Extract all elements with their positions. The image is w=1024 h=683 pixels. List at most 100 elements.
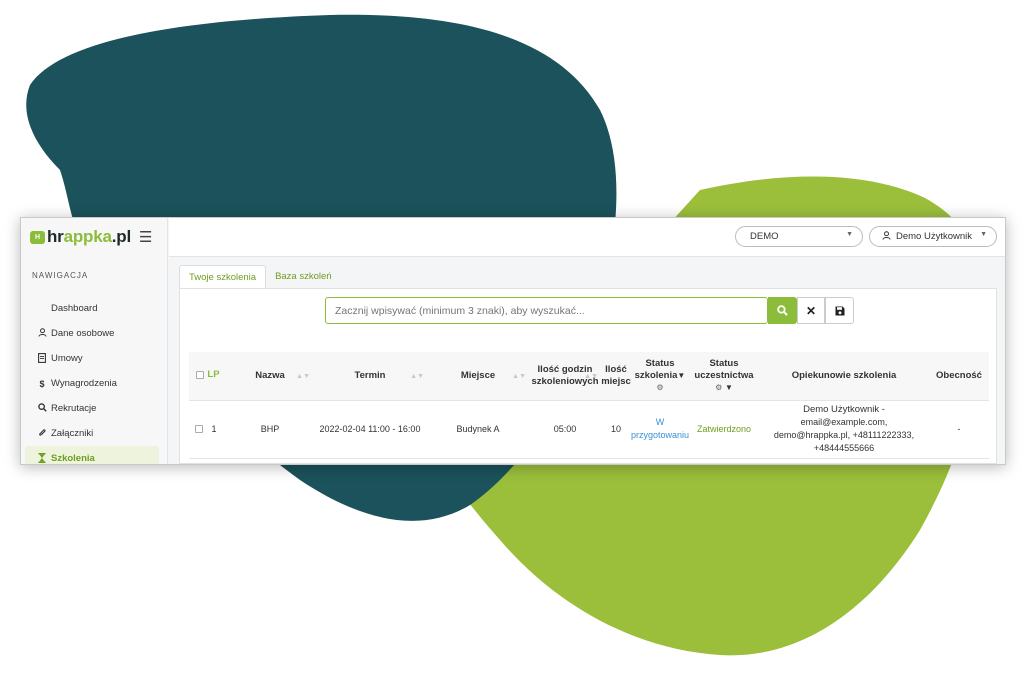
sidebar-item-contracts[interactable]: Umowy — [21, 346, 167, 371]
tab-your-trainings[interactable]: Twoje szkolenia — [179, 265, 267, 288]
save-filter-button[interactable] — [825, 297, 854, 324]
dollar-icon: $ — [39, 378, 45, 389]
logo-text: hrappka.pl — [47, 227, 131, 246]
cell-supervisors: Demo Użytkownik - email@example.com, dem… — [759, 400, 929, 459]
chevron-down-icon: ▼ — [980, 231, 987, 238]
column-participation-status[interactable]: Status uczestnictwa ⚙ ▼ — [689, 352, 759, 401]
gear-icon[interactable]: ⚙ — [656, 383, 663, 392]
topbar: DEMO ▼ Demo Użytkownik ▼ — [169, 218, 1005, 257]
hourglass-icon — [36, 452, 48, 465]
training-status-line-2: przygotowaniu — [631, 430, 690, 440]
filter-icon[interactable]: ▼ — [677, 371, 685, 380]
column-participation-label-2: uczestnictwa — [694, 369, 754, 381]
cell-training-status: W przygotowaniu — [631, 400, 690, 459]
filter-icon[interactable]: ▼ — [725, 383, 733, 392]
column-seats-label-2: miejsc — [601, 375, 631, 387]
tab-trainings-database[interactable]: Baza szkoleń — [266, 265, 341, 288]
gear-icon[interactable]: ⚙ — [715, 383, 722, 392]
sidebar-item-label: Umowy — [51, 353, 83, 364]
column-seats-label-1: Ilość — [605, 363, 627, 375]
row-checkbox[interactable] — [195, 425, 203, 434]
column-seats[interactable]: Ilość miejsc — [601, 352, 631, 401]
sidebar: H hrappka.pl ☰ NAWIGACJA Dashboard Dane … — [21, 218, 168, 464]
column-attendance[interactable]: Obecność — [929, 352, 989, 401]
supervisor-name: Demo Użytkownik - — [803, 404, 885, 415]
paperclip-icon — [36, 428, 48, 440]
sort-icon[interactable]: ▲▼ — [410, 371, 424, 383]
column-supervisors[interactable]: Opiekunowie szkolenia — [759, 352, 929, 401]
column-supervisors-label: Opiekunowie szkolenia — [791, 369, 897, 381]
sidebar-item-dashboard[interactable]: Dashboard — [21, 296, 167, 321]
sidebar-item-recruitment[interactable]: Rekrutacje — [21, 396, 167, 421]
supervisor-contact-1: email@example.com, — [800, 417, 888, 427]
sidebar-item-attachments[interactable]: Załączniki — [21, 421, 167, 446]
column-term[interactable]: Termin ▲▼ — [313, 352, 427, 401]
column-hours[interactable]: Ilość godzin szkoleniowych ▲▼ — [529, 352, 601, 401]
company-select-value: DEMO — [750, 231, 779, 242]
search-icon — [777, 305, 788, 316]
sidebar-item-label: Rekrutacje — [51, 403, 97, 414]
cell-attendance: - — [929, 400, 989, 459]
floppy-disk-icon — [835, 306, 844, 315]
document-icon — [36, 352, 48, 365]
sidebar-item-label: Dashboard — [51, 303, 98, 314]
user-icon — [36, 328, 48, 339]
trainings-panel: ✕ LP Nazwa ▲▼ — [179, 288, 997, 464]
cell-seats: 10 — [601, 400, 631, 459]
user-icon — [882, 231, 891, 242]
supervisor-contact-2: demo@hrappka.pl, +48111222333, — [773, 430, 915, 440]
column-lp[interactable]: LP — [189, 352, 227, 401]
main-content: Twoje szkolenia Baza szkoleń ✕ — [169, 257, 1005, 464]
sidebar-item-salaries[interactable]: $ Wynagrodzenia — [21, 371, 167, 396]
cell-participation-status: Zatwierdzono — [689, 400, 759, 459]
search-icon — [36, 403, 48, 414]
column-participation-label-1: Status — [709, 357, 739, 369]
sidebar-item-label: Wynagrodzenia — [51, 378, 117, 389]
participation-status: Zatwierdzono — [696, 423, 752, 434]
column-status-label-2: szkolenia — [634, 369, 678, 381]
table-row[interactable]: 1 BHP 2022-02-04 11:00 - 16:00 Budynek A… — [189, 400, 989, 459]
logo-mark-icon: H — [30, 230, 45, 244]
column-training-status[interactable]: Status szkolenia▼ ⚙ — [631, 352, 689, 401]
close-icon: ✕ — [805, 303, 817, 318]
column-name-label: Nazwa — [255, 369, 285, 381]
column-status-label-1: Status — [645, 357, 675, 369]
sidebar-item-personal-data[interactable]: Dane osobowe — [21, 321, 167, 346]
nav-section-title: NAWIGACJA — [32, 271, 89, 280]
select-all-checkbox[interactable] — [196, 371, 205, 380]
supervisor-contact-3: +48444555666 — [813, 443, 875, 453]
column-attendance-label: Obecność — [936, 369, 982, 381]
user-name: Demo Użytkownik — [896, 231, 973, 242]
sidebar-item-label: Szkolenia — [51, 453, 95, 464]
chevron-down-icon: ▼ — [846, 231, 853, 238]
row-lp: 1 — [211, 423, 217, 434]
trainings-table: LP Nazwa ▲▼ Termin ▲▼ Miejsce ▲▼ Ilość g… — [189, 352, 989, 459]
cell-lp: 1 — [189, 400, 227, 459]
lp-header-label: LP — [207, 369, 220, 381]
sort-icon[interactable]: ▲▼ — [512, 371, 526, 383]
cell-place: Budynek A — [427, 400, 529, 459]
cell-hours: 05:00 — [529, 400, 601, 459]
tab-bar: Twoje szkolenia Baza szkoleń — [179, 265, 341, 288]
search-button[interactable] — [768, 297, 797, 324]
hamburger-menu-icon[interactable]: ☰ — [139, 228, 152, 246]
sort-icon[interactable]: ▲▼ — [584, 371, 598, 383]
app-window: H hrappka.pl ☰ NAWIGACJA Dashboard Dane … — [20, 217, 1006, 465]
cell-name: BHP — [227, 400, 313, 459]
column-place[interactable]: Miejsce ▲▼ — [427, 352, 529, 401]
sidebar-item-label: Dane osobowe — [51, 328, 115, 339]
sidebar-item-label: Załączniki — [51, 428, 94, 439]
logo[interactable]: H hrappka.pl ☰ — [21, 218, 167, 256]
clear-search-button[interactable]: ✕ — [797, 297, 825, 324]
training-status-line-1: W — [655, 417, 665, 427]
company-select[interactable]: DEMO ▼ — [735, 226, 863, 247]
column-term-label: Termin — [354, 369, 386, 381]
search-input[interactable] — [325, 297, 768, 324]
column-place-label: Miejsce — [460, 369, 496, 381]
table-header-row: LP Nazwa ▲▼ Termin ▲▼ Miejsce ▲▼ Ilość g… — [189, 352, 989, 401]
user-menu-button[interactable]: Demo Użytkownik ▼ — [869, 226, 997, 247]
sidebar-item-trainings[interactable]: Szkolenia — [25, 446, 159, 465]
sort-icon[interactable]: ▲▼ — [296, 371, 310, 383]
cell-term: 2022-02-04 11:00 - 16:00 — [313, 400, 427, 459]
column-name[interactable]: Nazwa ▲▼ — [227, 352, 313, 401]
